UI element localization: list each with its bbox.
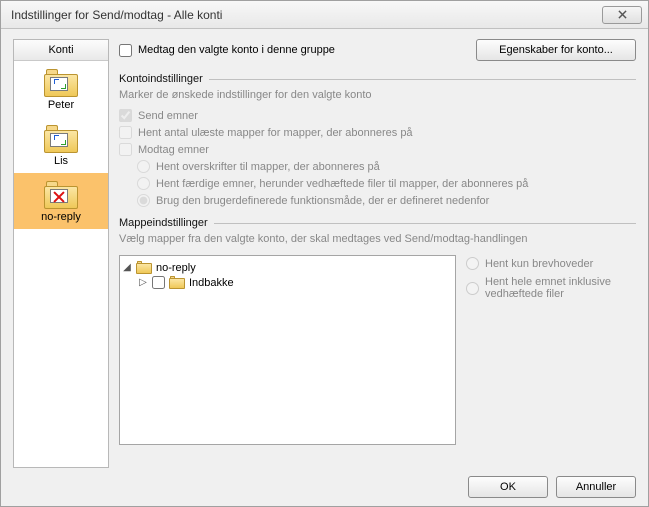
folder-settings-hint: Vælg mapper fra den valgte konto, der sk… [119,233,636,245]
account-settings-title: Kontoindstillinger [119,73,203,85]
account-item-lis[interactable]: Lis [14,117,108,173]
radio-full-item-folder-input[interactable] [466,282,479,295]
cancel-button[interactable]: Annuller [556,476,636,498]
send-items-label: Send emner [138,110,198,122]
tree-child-label: Indbakke [189,277,234,289]
get-unread-label: Hent antal ulæste mapper for mapper, der… [138,127,413,139]
radio-headers-only-input[interactable] [137,160,150,173]
ok-label: OK [500,481,516,493]
radio-headers-only-folder-label: Hent kun brevhoveder [485,258,593,270]
window-title: Indstillinger for Send/modtag - Alle kon… [11,8,602,22]
folder-settings-group: Mappeindstillinger [119,217,636,229]
radio-custom[interactable]: Brug den brugerdefinerede funktionsmåde,… [137,194,636,207]
receive-items-label: Modtag emner [138,144,209,156]
radio-full-items-input[interactable] [137,177,150,190]
radio-full-item-folder-label: Hent hele emnet inklusive vedhæftede fil… [485,276,636,300]
folder-tree[interactable]: ◢ no-reply ▷ Indbakke [119,255,456,445]
radio-headers-only-folder[interactable]: Hent kun brevhoveder [466,257,636,270]
account-item-peter[interactable]: Peter [14,61,108,117]
account-label: Peter [48,99,74,111]
get-unread-checkbox[interactable]: Hent antal ulæste mapper for mapper, der… [119,126,636,139]
send-items-input[interactable] [119,109,132,122]
dialog-window: Indstillinger for Send/modtag - Alle kon… [0,0,649,507]
folder-icon [169,276,185,289]
tree-root-label: no-reply [156,262,196,274]
main-row: Konti Peter Lis [13,39,636,468]
top-row: Medtag den valgte konto i denne gruppe E… [119,39,636,61]
radio-custom-label: Brug den brugerdefinerede funktionsmåde,… [156,195,489,207]
account-settings-group: Kontoindstillinger [119,73,636,85]
account-item-noreply[interactable]: no-reply [14,173,108,229]
radio-headers-only-label: Hent overskrifter til mapper, der abonne… [156,161,380,173]
send-items-checkbox[interactable]: Send emner [119,109,636,122]
account-label: no-reply [41,211,81,223]
close-icon [618,10,627,19]
account-properties-label: Egenskaber for konto... [499,44,613,56]
folder-options: Hent kun brevhoveder Hent hele emnet ink… [466,255,636,445]
tree-root-row[interactable]: ◢ no-reply [122,260,453,275]
folder-icon [136,261,152,274]
receive-items-input[interactable] [119,143,132,156]
dialog-footer: OK Annuller [13,468,636,498]
tree-child-checkbox[interactable] [152,276,165,289]
settings-pane: Medtag den valgte konto i denne gruppe E… [119,39,636,468]
radio-headers-only-folder-input[interactable] [466,257,479,270]
radio-custom-input[interactable] [137,194,150,207]
include-in-group-input[interactable] [119,44,132,57]
radio-headers-only[interactable]: Hent overskrifter til mapper, der abonne… [137,160,636,173]
sidebar-header: Konti [14,40,108,61]
radio-full-item-folder[interactable]: Hent hele emnet inklusive vedhæftede fil… [466,276,636,300]
tree-collapse-icon[interactable]: ◢ [122,262,132,273]
close-button[interactable] [602,6,642,24]
account-properties-button[interactable]: Egenskaber for konto... [476,39,636,61]
accounts-sidebar: Konti Peter Lis [13,39,109,468]
folder-settings-title: Mappeindstillinger [119,217,208,229]
receive-items-checkbox[interactable]: Modtag emner [119,143,636,156]
ok-button[interactable]: OK [468,476,548,498]
radio-full-items-label: Hent færdige emner, herunder vedhæftede … [156,178,528,190]
include-in-group-label: Medtag den valgte konto i denne gruppe [138,44,335,56]
cancel-label: Annuller [576,481,616,493]
folder-sync-icon [44,125,78,153]
content-area: Konti Peter Lis [1,29,648,506]
radio-full-items[interactable]: Hent færdige emner, herunder vedhæftede … [137,177,636,190]
folder-error-icon [44,181,78,209]
account-label: Lis [54,155,68,167]
include-in-group-checkbox[interactable]: Medtag den valgte konto i denne gruppe [119,44,335,57]
folder-box: ◢ no-reply ▷ Indbakke [119,255,636,445]
account-settings-hint: Marker de ønskede indstillinger for den … [119,89,636,101]
titlebar: Indstillinger for Send/modtag - Alle kon… [1,1,648,29]
folder-sync-icon [44,69,78,97]
tree-expand-icon[interactable]: ▷ [138,277,148,288]
tree-child-row[interactable]: ▷ Indbakke [122,275,453,290]
get-unread-input[interactable] [119,126,132,139]
